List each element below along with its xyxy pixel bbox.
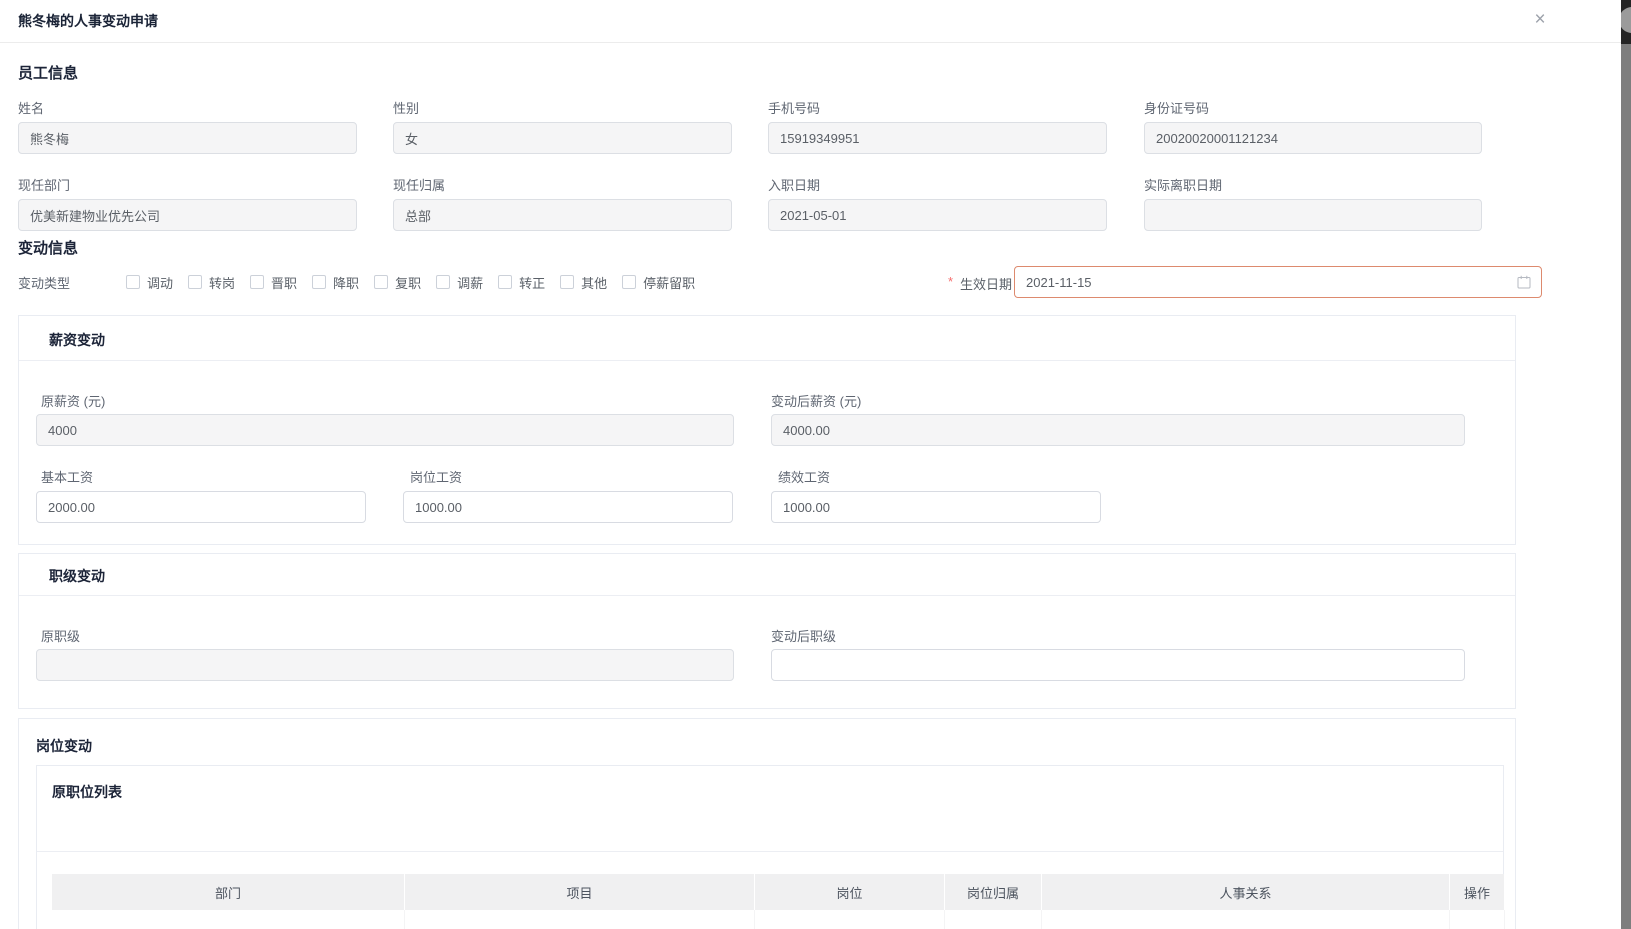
- original-position-list-title: 原职位列表: [52, 784, 122, 800]
- original-position-list-header: 原职位列表: [37, 766, 1503, 852]
- checkbox-icon[interactable]: [126, 275, 140, 289]
- cell-hr-relation: 档案关系: [1042, 910, 1450, 929]
- current-belong-label: 现任归属: [393, 178, 446, 193]
- name-label: 姓名: [18, 101, 45, 116]
- new-salary-label: 变动后薪资 (元): [771, 394, 862, 409]
- table-header-row: 部门 项目 岗位 岗位归属 人事关系 操作: [52, 874, 1505, 910]
- salary-change-card-header: 薪资变动: [19, 316, 1515, 361]
- section-title-change-info: 变动信息: [18, 240, 79, 257]
- checkbox-item-post-change[interactable]: 转岗: [188, 273, 235, 292]
- checkbox-item-salary-adjust[interactable]: 调薪: [436, 273, 483, 292]
- checkbox-label: 降职: [333, 275, 360, 291]
- table-row: 优美新建物业优先公司 总部测试工程师 总部 档案关系 卸职: [52, 910, 1505, 929]
- current-department-label: 现任部门: [18, 178, 71, 193]
- dialog-title: 熊冬梅的人事变动申请: [18, 13, 158, 29]
- gender-label: 性别: [393, 101, 420, 116]
- checkbox-label: 调动: [147, 275, 174, 291]
- checkbox-icon[interactable]: [250, 275, 265, 289]
- change-type-checkbox-group: 调动 转岗 晋职 降职 复职 调薪 转正 其他 停薪留职: [126, 272, 695, 292]
- dialog-header: 熊冬梅的人事变动申请 ×: [0, 0, 1621, 43]
- checkbox-icon[interactable]: [188, 275, 203, 289]
- checkbox-label: 停薪留职: [643, 275, 696, 291]
- post-salary-label: 岗位工资: [410, 470, 463, 485]
- scrollbar[interactable]: [1621, 0, 1631, 929]
- column-header-post: 岗位: [755, 874, 945, 910]
- checkbox-item-promotion[interactable]: 晋职: [250, 273, 297, 292]
- required-mark: *: [948, 274, 954, 289]
- new-rank-label: 变动后职级: [771, 629, 837, 644]
- column-header-post-belong: 岗位归属: [945, 874, 1042, 910]
- checkbox-item-reinstatement[interactable]: 复职: [374, 273, 421, 292]
- leave-date-label: 实际离职日期: [1144, 178, 1223, 193]
- phone-label: 手机号码: [768, 101, 821, 116]
- hire-date-field: [768, 199, 1107, 231]
- checkbox-label: 复职: [395, 275, 422, 291]
- column-header-department: 部门: [52, 874, 405, 910]
- position-change-card: 岗位变动 原职位列表 部门 项目 岗位 岗位归属 人事关系 操作 优美新建物业优…: [18, 718, 1516, 929]
- hire-date-label: 入职日期: [768, 178, 821, 193]
- checkbox-item-demotion[interactable]: 降职: [312, 273, 359, 292]
- id-number-label: 身份证号码: [1144, 101, 1210, 116]
- checkbox-item-other[interactable]: 其他: [560, 273, 607, 292]
- original-rank-label: 原职级: [41, 629, 81, 644]
- unassign-post-link[interactable]: 卸职: [1464, 926, 1490, 929]
- section-title-employee-info: 员工信息: [18, 65, 79, 82]
- name-field: [18, 122, 357, 154]
- effective-date-input[interactable]: [1014, 266, 1542, 298]
- phone-field: [768, 122, 1107, 154]
- performance-salary-label: 绩效工资: [778, 470, 831, 485]
- original-position-list-card: 原职位列表 部门 项目 岗位 岗位归属 人事关系 操作 优美新建物业优先公司 总…: [36, 765, 1505, 929]
- effective-date-label: 生效日期: [960, 277, 1013, 292]
- post-salary-input[interactable]: [403, 491, 733, 523]
- checkbox-item-transfer[interactable]: 调动: [126, 273, 173, 292]
- checkbox-icon[interactable]: [312, 275, 327, 289]
- base-salary-input[interactable]: [36, 491, 366, 523]
- cell-post-belong: 总部: [945, 910, 1042, 929]
- cell-post: 总部测试工程师: [755, 910, 945, 929]
- rank-change-card-header: 职级变动: [19, 554, 1515, 596]
- position-change-title: 岗位变动: [36, 738, 92, 754]
- current-department-field: [18, 199, 357, 231]
- checkbox-icon[interactable]: [560, 275, 575, 289]
- base-salary-label: 基本工资: [41, 470, 94, 485]
- calendar-icon[interactable]: [1517, 275, 1531, 289]
- column-header-action: 操作: [1450, 874, 1505, 910]
- checkbox-icon[interactable]: [622, 275, 637, 289]
- salary-change-title: 薪资变动: [49, 332, 105, 348]
- checkbox-icon[interactable]: [374, 275, 389, 289]
- checkbox-label: 晋职: [271, 275, 298, 291]
- cell-project: [405, 910, 755, 929]
- checkbox-item-unpaid-leave[interactable]: 停薪留职: [622, 273, 695, 292]
- leave-date-field: [1144, 199, 1482, 231]
- original-salary-label: 原薪资 (元): [41, 394, 106, 409]
- performance-salary-input[interactable]: [771, 491, 1101, 523]
- checkbox-label: 转岗: [209, 275, 236, 291]
- scrollbar-knob[interactable]: [1621, 7, 1631, 33]
- rank-change-title: 职级变动: [49, 568, 105, 584]
- cell-department: 优美新建物业优先公司: [52, 910, 405, 929]
- salary-change-card: 薪资变动 原薪资 (元) 变动后薪资 (元) 基本工资 岗位工资 绩效工资: [18, 315, 1516, 545]
- checkbox-icon[interactable]: [436, 275, 451, 289]
- checkbox-label: 调薪: [457, 275, 484, 291]
- id-number-field: [1144, 122, 1482, 154]
- change-type-label: 变动类型: [18, 276, 71, 291]
- personnel-change-dialog: 熊冬梅的人事变动申请 × 员工信息 姓名 性别 手机号码 身份证号码 现任部门 …: [0, 0, 1631, 929]
- checkbox-icon[interactable]: [498, 275, 513, 289]
- original-salary-field: [36, 414, 734, 446]
- checkbox-label: 其他: [581, 275, 608, 291]
- checkbox-item-regularization[interactable]: 转正: [498, 273, 545, 292]
- new-salary-field: [771, 414, 1465, 446]
- effective-date-picker: [1014, 266, 1542, 298]
- original-rank-field: [36, 649, 734, 681]
- new-rank-input[interactable]: [771, 649, 1465, 681]
- column-header-project: 项目: [405, 874, 755, 910]
- checkbox-label: 转正: [519, 275, 546, 291]
- column-header-hr-relation: 人事关系: [1042, 874, 1450, 910]
- rank-change-card: 职级变动 原职级 变动后职级: [18, 553, 1516, 709]
- current-belong-field: [393, 199, 732, 231]
- position-table: 部门 项目 岗位 岗位归属 人事关系 操作 优美新建物业优先公司 总部测试工程师…: [52, 874, 1505, 929]
- close-icon[interactable]: ×: [1528, 8, 1552, 32]
- gender-field: [393, 122, 732, 154]
